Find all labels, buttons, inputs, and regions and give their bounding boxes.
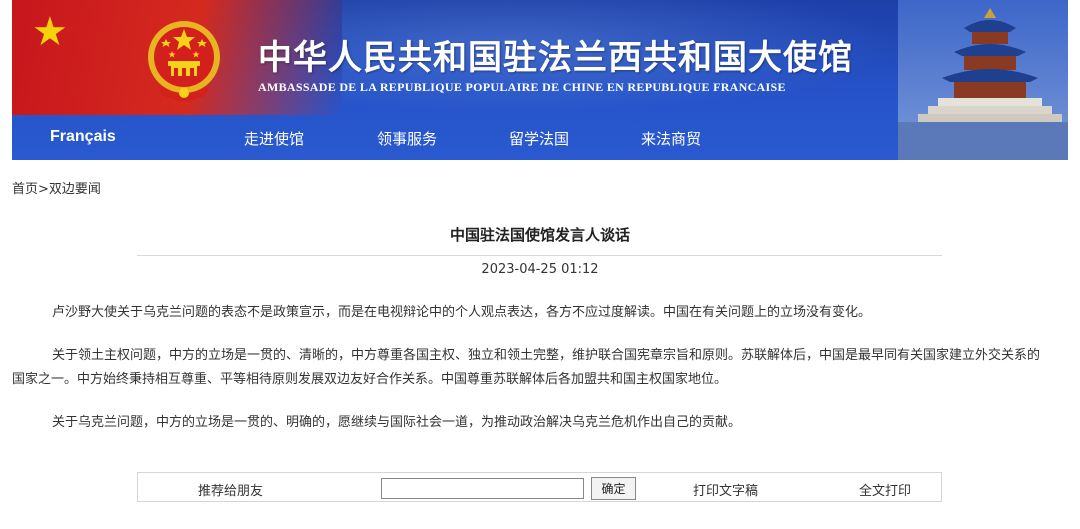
embassy-title-chinese: 中华人民共和国驻法兰西共和国大使馆 [258, 38, 853, 78]
article-title: 中国驻法国使馆发言人谈话 [449, 226, 630, 244]
title-divider [137, 255, 942, 256]
national-emblem-icon [148, 21, 220, 101]
article-toolbar: 推荐给朋友 确定 打印文字稿 全文打印 [137, 472, 942, 502]
recommend-to-friend-label: 推荐给朋友 [198, 484, 264, 499]
recommend-email-input[interactable] [381, 478, 584, 499]
breadcrumb-home-link[interactable]: 首页 [12, 182, 38, 197]
nav-item-francais[interactable]: Français [50, 128, 116, 146]
article-paragraph: 卢沙野大使关于乌克兰问题的表态不是政策宣示，而是在电视辩论中的个人观点表达，各方… [52, 305, 872, 320]
breadcrumb-separator: > [38, 182, 49, 197]
nav-item-about-embassy[interactable]: 走进使馆 [244, 128, 304, 149]
breadcrumb: 首页>双边要闻 [12, 178, 101, 197]
nav-item-business-france[interactable]: 来法商贸 [641, 128, 701, 149]
article-paragraph: 关于乌克兰问题，中方的立场是一贯的、明确的，愿继续与国际社会一道，为推动政治解决… [52, 415, 742, 430]
print-full-link[interactable]: 全文打印 [859, 480, 911, 499]
site-header-banner: ★ 中华人民共和国驻法兰西共和国大使馆 AMBASSADE DE LA REPU… [12, 0, 1068, 160]
flag-star-icon: ★ [32, 9, 68, 55]
article-date: 2023-04-25 01:12 [481, 262, 599, 277]
main-nav: Français 走进使馆 领事服务 留学法国 来法商贸 [12, 116, 1068, 160]
print-text-link[interactable]: 打印文字稿 [693, 480, 758, 499]
breadcrumb-current-link[interactable]: 双边要闻 [49, 182, 101, 197]
nav-item-study-in-france[interactable]: 留学法国 [509, 128, 569, 149]
confirm-button[interactable]: 确定 [591, 477, 636, 500]
nav-item-consular-services[interactable]: 领事服务 [377, 128, 437, 149]
embassy-title-french: AMBASSADE DE LA REPUBLIQUE POPULAIRE DE … [258, 80, 786, 94]
article-paragraph: 关于领土主权问题，中方的立场是一贯的、清晰的，中方尊重各国主权、独立和领土完整，… [12, 348, 1041, 387]
